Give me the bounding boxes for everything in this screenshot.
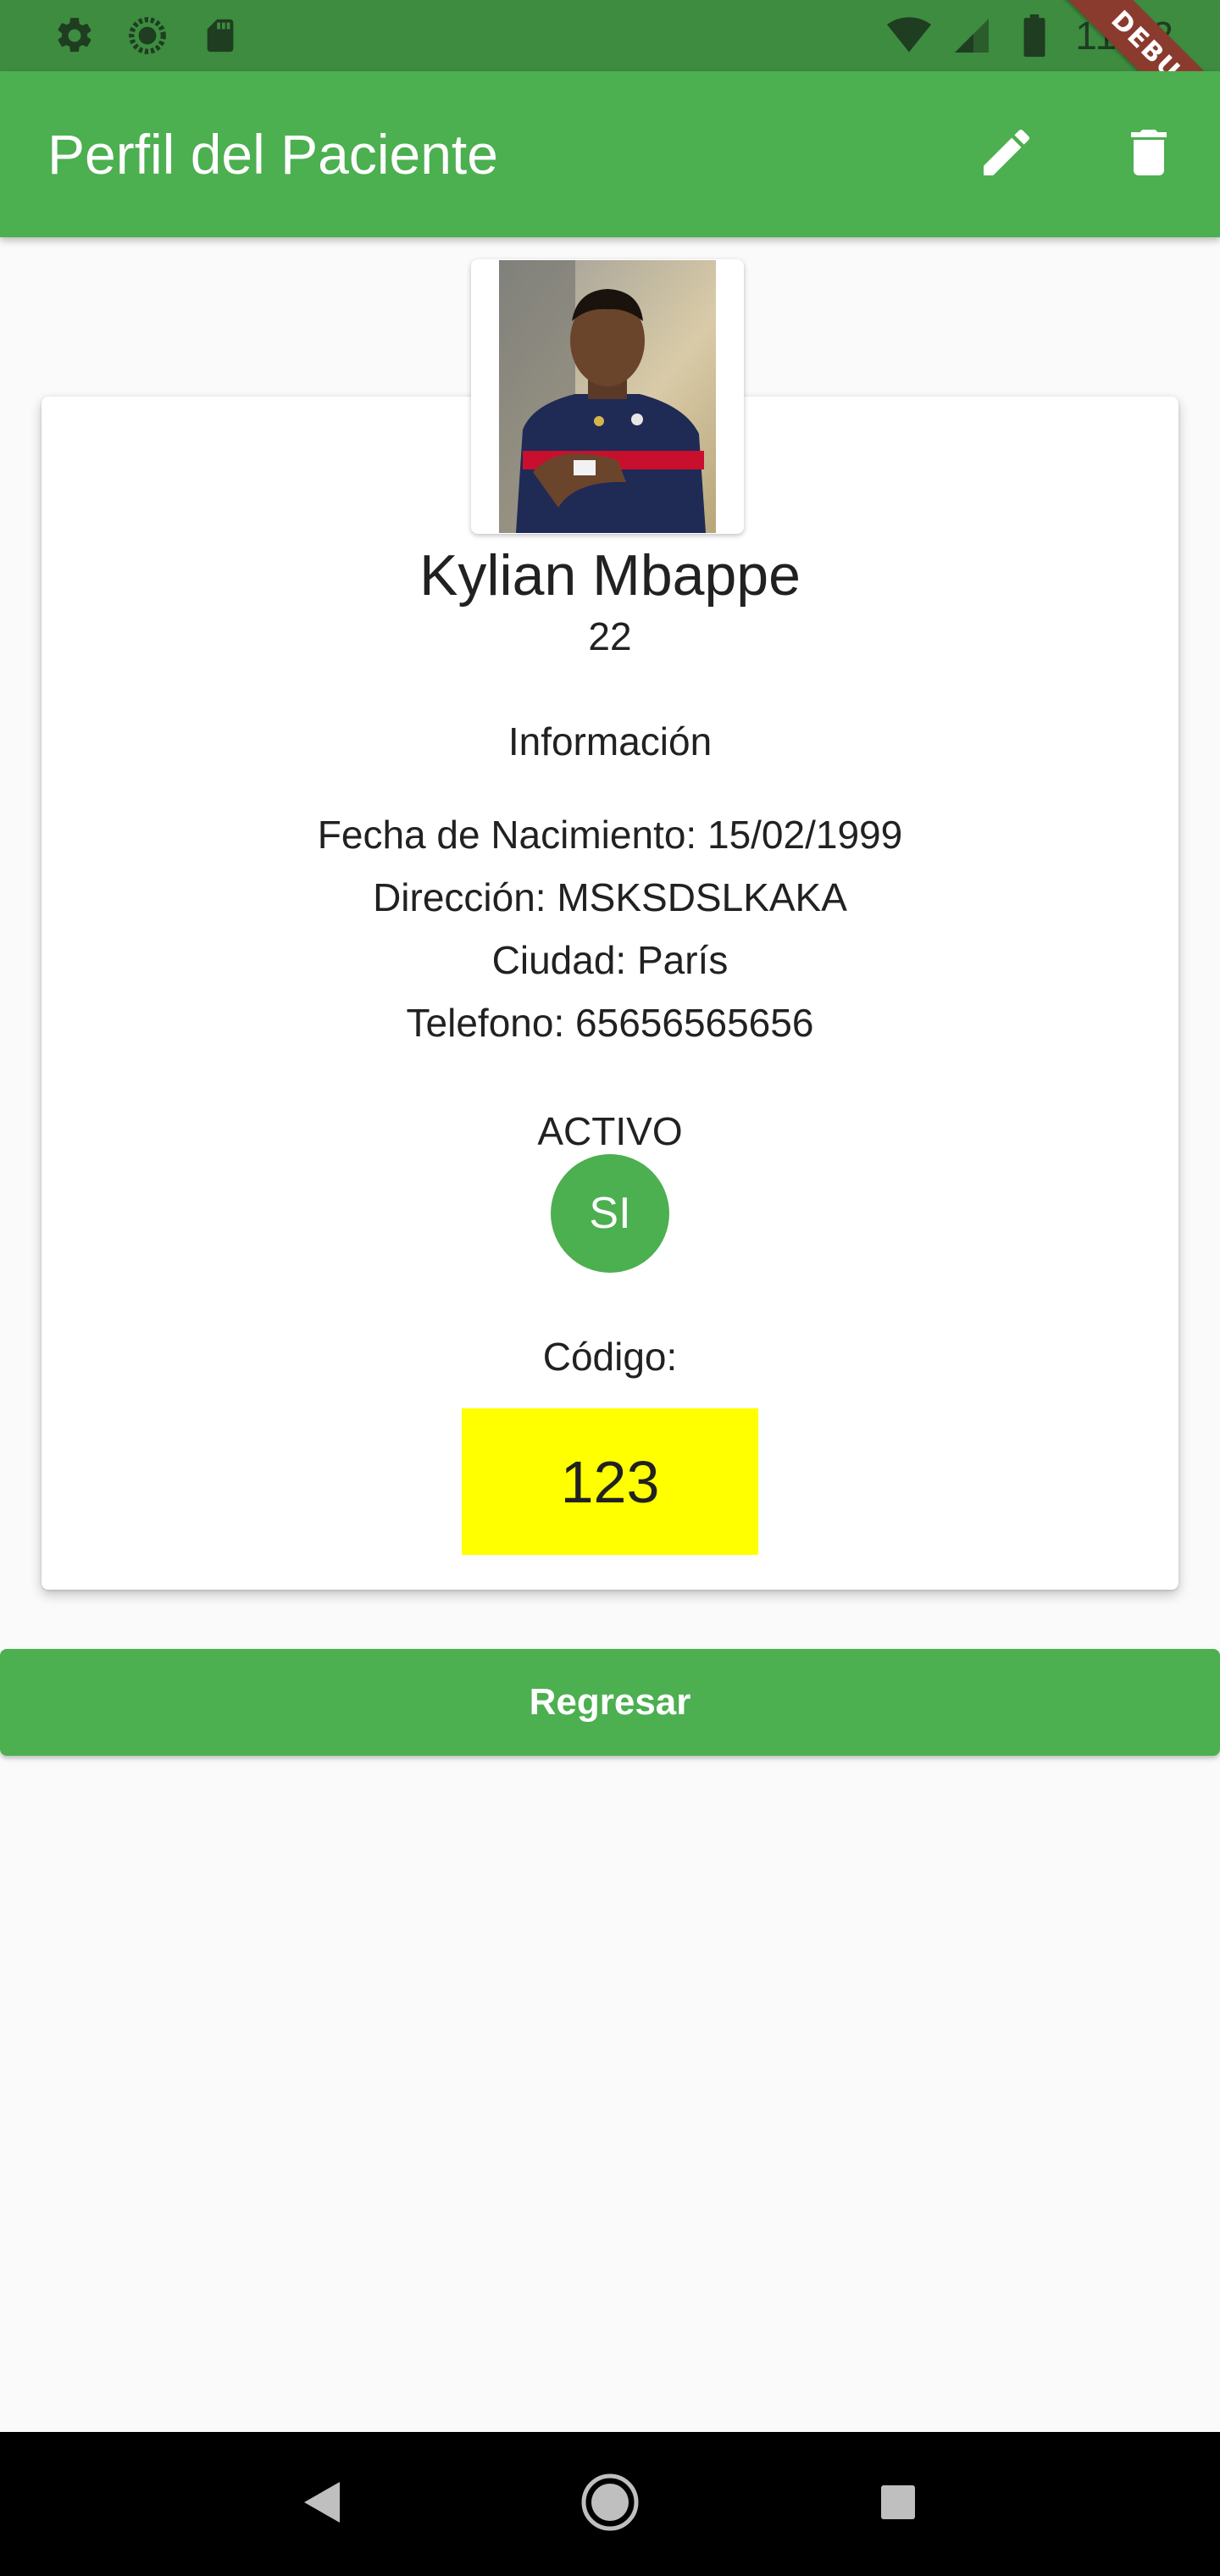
page-title: Perfil del Paciente — [47, 123, 498, 186]
recents-square-icon — [879, 2484, 917, 2525]
system-nav-bar — [0, 2432, 1220, 2576]
sync-icon — [125, 14, 169, 58]
nav-home-button[interactable] — [568, 2462, 652, 2546]
sd-card-icon — [198, 14, 242, 58]
active-status-badge: SI — [551, 1154, 669, 1273]
info-section-title: Información — [507, 719, 713, 763]
back-button[interactable]: Regresar — [0, 1649, 1220, 1756]
app-bar: Perfil del Paciente — [0, 71, 1220, 237]
edit-button[interactable] — [935, 83, 1078, 225]
edit-icon — [976, 122, 1037, 187]
address-text: Dirección: MSKSDSLKAKA — [373, 875, 847, 919]
patient-photo-frame — [471, 259, 744, 534]
code-value: 123 — [462, 1408, 758, 1555]
app-bar-actions — [935, 71, 1220, 237]
active-label: ACTIVO — [537, 1109, 683, 1153]
birth-date-text: Fecha de Nacimiento: 15/02/1999 — [317, 813, 903, 857]
delete-icon — [1118, 122, 1179, 187]
battery-icon — [1012, 14, 1056, 58]
settings-icon — [53, 14, 97, 58]
city-text: Ciudad: París — [491, 938, 729, 982]
signal-icon — [950, 14, 994, 58]
phone-text: Telefono: 65656565656 — [406, 1001, 814, 1045]
patient-photo — [499, 260, 716, 533]
home-circle-icon — [580, 2473, 640, 2536]
status-bar-left — [53, 14, 242, 58]
delete-button[interactable] — [1078, 83, 1220, 225]
patient-name: Kylian Mbappe — [419, 543, 801, 608]
patient-age: 22 — [588, 614, 632, 658]
wifi-icon — [887, 14, 932, 58]
back-triangle-icon — [302, 2480, 341, 2529]
nav-back-button[interactable] — [280, 2462, 364, 2546]
status-bar: 11:52 DEBUG — [0, 0, 1220, 71]
code-label: Código: — [542, 1335, 678, 1379]
nav-recents-button[interactable] — [856, 2462, 940, 2546]
